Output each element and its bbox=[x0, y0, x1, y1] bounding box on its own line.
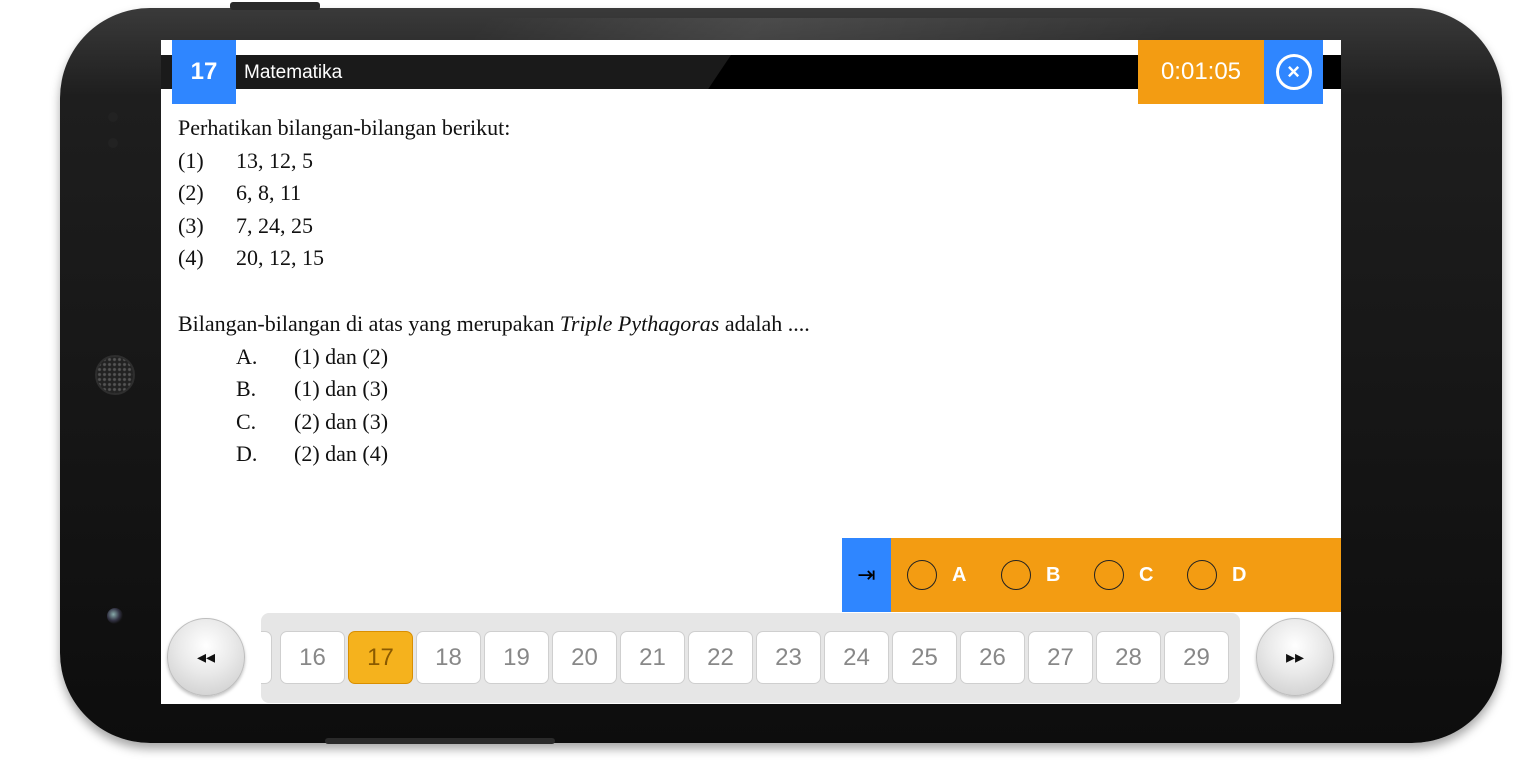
page-button[interactable]: 18 bbox=[416, 631, 481, 684]
answer-bar: ⇥ A B C D bbox=[842, 538, 1341, 612]
front-camera bbox=[107, 608, 123, 624]
question-pager: 16 17 18 19 20 21 22 23 24 25 26 27 28 2… bbox=[261, 613, 1240, 703]
answer-option: D. (2) dan (4) bbox=[236, 441, 389, 467]
page-button[interactable]: 20 bbox=[552, 631, 617, 684]
question-intro: Perhatikan bilangan-bilangan berikut: bbox=[178, 115, 511, 140]
jump-to-icon: ⇥ bbox=[857, 562, 876, 587]
app-screen: 17 Matematika 0:01:05 × Perhatikan bilan… bbox=[161, 40, 1341, 704]
proximity-sensor bbox=[108, 112, 118, 122]
close-icon: × bbox=[1275, 54, 1312, 90]
page-button[interactable]: 19 bbox=[484, 631, 549, 684]
light-sensor bbox=[108, 138, 118, 148]
question-body: Perhatikan bilangan-bilangan berikut: (1… bbox=[178, 112, 810, 471]
page-button[interactable]: 28 bbox=[1096, 631, 1161, 684]
power-button bbox=[230, 2, 320, 10]
page-button[interactable]: 21 bbox=[620, 631, 685, 684]
speaker-grille bbox=[95, 355, 135, 395]
radio-icon bbox=[1187, 560, 1217, 590]
page-button[interactable]: 16 bbox=[280, 631, 345, 684]
page-button[interactable]: 29 bbox=[1164, 631, 1229, 684]
rewind-icon: ◂◂ bbox=[196, 646, 216, 667]
page-button-current[interactable]: 17 bbox=[348, 631, 413, 684]
previous-question-button[interactable]: ◂◂ bbox=[167, 618, 245, 696]
close-button[interactable]: × bbox=[1264, 40, 1323, 104]
statement-item: (3) 7, 24, 25 bbox=[178, 212, 313, 238]
choice-d[interactable]: D bbox=[1187, 559, 1246, 591]
question-prompt: Bilangan-bilangan di atas yang merupakan… bbox=[178, 310, 810, 336]
page-button[interactable]: 25 bbox=[892, 631, 957, 684]
page-button[interactable]: 22 bbox=[688, 631, 753, 684]
statement-item: (2) 6, 8, 11 bbox=[178, 180, 302, 206]
page-button[interactable]: 27 bbox=[1028, 631, 1093, 684]
choice-c[interactable]: C bbox=[1094, 559, 1153, 591]
next-question-button[interactable]: ▸▸ bbox=[1256, 618, 1334, 696]
choice-b[interactable]: B bbox=[1001, 559, 1060, 591]
timer: 0:01:05 bbox=[1138, 40, 1264, 104]
question-number: 17 bbox=[172, 40, 236, 104]
collapse-answer-bar-button[interactable]: ⇥ bbox=[842, 538, 891, 612]
volume-button bbox=[325, 738, 555, 744]
statement-item: (1) 13, 12, 5 bbox=[178, 147, 313, 173]
fast-forward-icon: ▸▸ bbox=[1285, 646, 1305, 667]
page-button[interactable]: 24 bbox=[824, 631, 889, 684]
radio-icon bbox=[907, 560, 937, 590]
radio-icon bbox=[1094, 560, 1124, 590]
answer-option: C. (2) dan (3) bbox=[236, 408, 389, 434]
subject-title: Matematika bbox=[244, 62, 343, 83]
page-button[interactable]: 23 bbox=[756, 631, 821, 684]
page-button-partial[interactable] bbox=[261, 631, 272, 684]
answer-option: B. (1) dan (3) bbox=[236, 376, 389, 402]
radio-icon bbox=[1001, 560, 1031, 590]
answer-option: A. (1) dan (2) bbox=[236, 343, 389, 369]
statement-item: (4) 20, 12, 15 bbox=[178, 245, 324, 271]
page-button[interactable]: 26 bbox=[960, 631, 1025, 684]
choice-a[interactable]: A bbox=[907, 559, 966, 591]
